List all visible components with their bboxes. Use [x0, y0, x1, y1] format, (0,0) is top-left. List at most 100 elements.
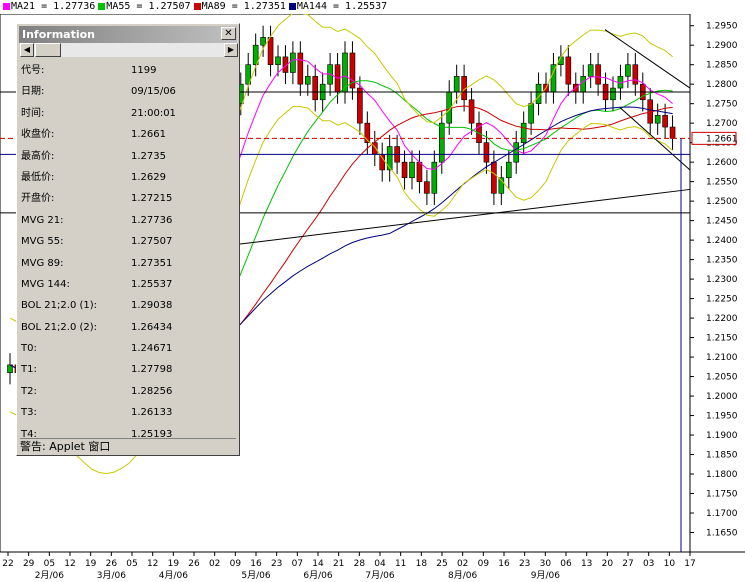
ma-legend-label: MA21 = 1.27736: [11, 1, 96, 12]
candle-body: [505, 161, 512, 179]
info-row: T3: 1.26133: [21, 404, 237, 425]
x-tick-label: 19: [85, 559, 97, 569]
info-label: 开盘价:: [21, 193, 55, 205]
close-icon[interactable]: ✕: [221, 27, 236, 40]
candle-body: [483, 142, 490, 163]
x-tick-label: 18: [416, 559, 428, 569]
y-tick-label: 1.2500: [706, 197, 738, 207]
info-row: 开盘价: 1.27215: [21, 190, 237, 211]
x-tick-label: 05: [44, 559, 55, 569]
info-row: 时间: 21:00:01: [21, 105, 237, 126]
scroll-thumb[interactable]: [35, 43, 61, 57]
info-row: 日期: 09/15/06: [21, 83, 237, 104]
y-tick-label: 1.1650: [706, 529, 738, 539]
candle-body: [275, 56, 281, 65]
x-tick-label: 20: [602, 559, 614, 569]
candle-body: [662, 115, 668, 128]
candle-body: [290, 52, 296, 73]
candle-body: [371, 142, 378, 155]
candle-body: [669, 126, 676, 139]
x-tick-label: 12: [147, 559, 158, 569]
info-value: 1.27798: [131, 364, 173, 376]
candle-body: [386, 146, 393, 171]
applet-warning: 警告: Applet 窗口: [20, 438, 236, 454]
info-label: 最低价:: [21, 171, 55, 183]
info-row: 代号: 1199: [21, 62, 237, 83]
y-tick-label: 1.2350: [706, 256, 738, 266]
y-tick-label: 1.2050: [706, 373, 738, 383]
y-tick-label: 1.2750: [706, 100, 738, 110]
information-window[interactable]: Information ✕ ◀ ▶ 代号: 1199 日期: 09/15/06 时间: 2…: [16, 23, 240, 456]
info-value: 1.29038: [131, 300, 173, 312]
candle-body: [535, 83, 542, 104]
x-tick-label: 28: [354, 559, 366, 569]
x-tick-label: 16: [498, 559, 510, 569]
info-rows: 代号: 1199 日期: 09/15/06 时间: 21:00:01 收盘价: 1.2661 最…: [21, 62, 237, 447]
y-tick-label: 1.2950: [706, 22, 738, 32]
info-value: 1.27507: [131, 236, 173, 248]
info-label: 日期:: [21, 86, 45, 98]
info-value: 1.27736: [131, 214, 173, 226]
horizontal-scrollbar[interactable]: ◀ ▶: [20, 43, 238, 57]
info-row: T1: 1.27798: [21, 361, 237, 382]
y-tick-label: 1.2200: [706, 314, 738, 324]
x-tick-label: 19: [168, 559, 180, 569]
info-value: 21:00:01: [131, 107, 176, 119]
x-tick-label: 04: [374, 559, 386, 569]
x-tick-label: 02: [457, 559, 468, 569]
x-tick-label: 06: [560, 559, 572, 569]
info-value: 1.26133: [131, 407, 173, 419]
x-tick-label: 13: [581, 559, 592, 569]
info-label: 时间:: [21, 107, 45, 119]
x-tick-label: 26: [106, 559, 118, 569]
x-month-label: 7月/06: [365, 570, 394, 581]
candle-body: [267, 37, 274, 65]
info-label: MVG 55:: [21, 236, 64, 248]
indicator-legend: MA21 = 1.27736 MA55 = 1.27507 MA89 = 1.273…: [0, 0, 745, 14]
info-window-title[interactable]: Information: [19, 26, 237, 43]
x-month-label: 3月/06: [97, 570, 126, 581]
x-tick-label: 27: [622, 559, 633, 569]
y-tick-label: 1.2300: [706, 275, 738, 285]
x-tick-label: 16: [250, 559, 262, 569]
info-label: MVG 144:: [21, 278, 70, 290]
info-label: BOL 21;2.0 (1):: [21, 300, 98, 312]
y-tick-label: 1.2850: [706, 61, 738, 71]
x-month-label: 6月/06: [303, 570, 332, 581]
info-value: 1.2629: [131, 171, 166, 183]
x-tick-label: 07: [292, 559, 303, 569]
ma-color-swatch: [3, 2, 10, 10]
candle-body: [625, 64, 631, 77]
y-tick-label: 1.2250: [706, 295, 738, 305]
scroll-left-icon[interactable]: ◀: [20, 43, 34, 57]
info-label: T0:: [21, 343, 37, 355]
info-value: 1.28256: [131, 385, 173, 397]
info-label: T1:: [21, 364, 37, 376]
y-tick-label: 1.1750: [706, 490, 738, 500]
y-tick-label: 1.2550: [706, 178, 738, 188]
x-tick-label: 29: [23, 559, 35, 569]
candle-body: [513, 142, 520, 163]
info-label: 收盘价:: [21, 129, 55, 141]
ma-color-swatch: [193, 2, 201, 10]
candle-body: [438, 122, 445, 163]
x-tick-label: 23: [519, 559, 530, 569]
info-label: T3:: [21, 407, 37, 419]
candle-body: [632, 64, 639, 85]
y-tick-label: 1.2900: [706, 41, 738, 51]
x-tick-label: 26: [188, 559, 200, 569]
candle-body: [431, 161, 438, 194]
candle-body: [379, 154, 386, 171]
info-value: 1199: [131, 65, 157, 76]
info-value: 1.26434: [131, 321, 173, 333]
candle-body: [610, 87, 616, 101]
info-value: 1.2735: [131, 150, 166, 162]
candle-body: [297, 52, 304, 85]
info-row: BOL 21;2.0 (2): 1.26434: [21, 319, 237, 340]
scroll-right-icon[interactable]: ▶: [224, 43, 238, 57]
candle-body: [565, 56, 572, 85]
candle-body: [401, 161, 408, 179]
y-tick-label: 1.2100: [706, 353, 738, 363]
x-tick-label: 21: [333, 559, 344, 569]
y-tick-label: 1.2600: [706, 158, 738, 168]
